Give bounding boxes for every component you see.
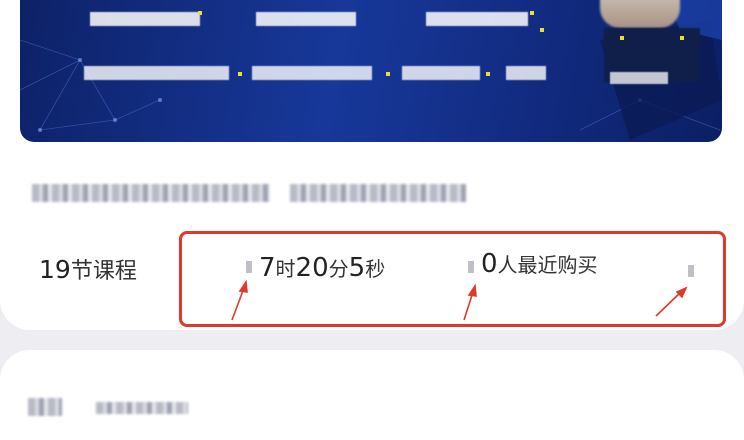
lesson-count-unit: 节课程 xyxy=(70,259,137,284)
duration-marker xyxy=(246,261,252,273)
buyers-label: 人最近购买 xyxy=(497,253,598,277)
instructor-photo xyxy=(600,0,680,28)
course-banner-image[interactable] xyxy=(20,0,722,142)
duration-minutes-unit: 分 xyxy=(328,257,349,281)
course-duration: 7时20分5秒 xyxy=(259,253,385,283)
recent-buyers: 0人最近购买 xyxy=(481,249,598,279)
duration-hours-unit: 时 xyxy=(275,257,296,281)
lesson-count-number: 19 xyxy=(39,255,71,284)
next-title-obscured-1 xyxy=(28,398,62,416)
course-title-obscured[interactable] xyxy=(32,176,492,216)
empty-marker xyxy=(688,265,694,277)
course-card-next[interactable] xyxy=(0,350,744,440)
next-title-obscured-2 xyxy=(96,402,188,414)
duration-seconds: 5 xyxy=(348,253,366,283)
buyers-marker xyxy=(468,261,474,273)
duration-hours: 7 xyxy=(259,253,276,283)
duration-seconds-unit: 秒 xyxy=(365,257,386,281)
buyers-count: 0 xyxy=(481,249,498,279)
lesson-count: 19节课程 xyxy=(39,253,137,285)
duration-minutes: 20 xyxy=(295,253,329,283)
